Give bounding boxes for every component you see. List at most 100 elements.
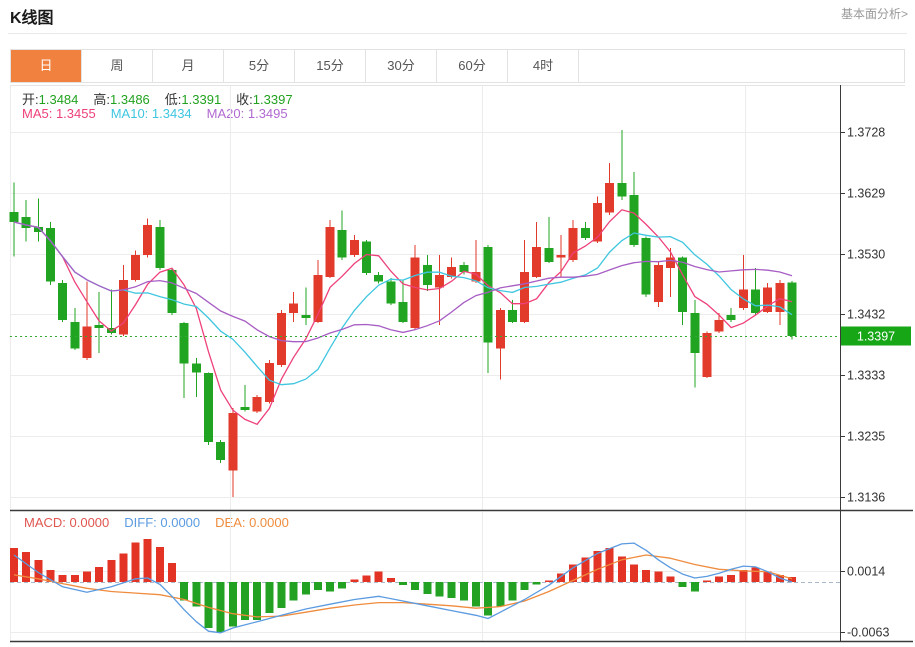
candle-body: [690, 313, 700, 354]
macd-bar: [471, 582, 480, 607]
candle-body: [641, 237, 651, 295]
candle-body: [70, 321, 80, 349]
macd-bar: [715, 576, 724, 582]
tab-30分[interactable]: 30分: [366, 50, 437, 82]
macd-bar: [82, 571, 91, 582]
macd-tick-label: -0.0063: [847, 626, 889, 640]
macd-bar: [95, 566, 104, 582]
candle-body: [301, 314, 311, 319]
macd-bar: [496, 582, 505, 607]
candle-body: [434, 274, 444, 288]
candle-body: [593, 202, 602, 242]
macd-bar: [739, 570, 748, 582]
macd-bar: [362, 575, 371, 582]
candle-body: [240, 406, 250, 410]
price-tick-label: 1.3136: [847, 491, 885, 505]
candle-body: [495, 310, 505, 349]
page-title: K线图: [10, 10, 54, 27]
candle-body: [118, 279, 128, 335]
candle-body: [45, 228, 55, 282]
candle-body: [252, 396, 262, 412]
macd-bar: [131, 542, 140, 582]
macd-bar: [216, 582, 225, 632]
macd-bar: [411, 582, 420, 590]
macd-bar: [70, 574, 79, 582]
macd-bar: [654, 571, 663, 582]
tab-4时[interactable]: 4时: [508, 50, 579, 82]
candle-body: [289, 303, 299, 314]
tab-15分[interactable]: 15分: [295, 50, 366, 82]
candle-body: [58, 282, 68, 320]
candle-body: [337, 229, 347, 258]
candle-body: [714, 319, 724, 332]
kline-chart[interactable]: 1.3728 1.3629 1.3530 1.3432 1.3333 1.3235 1.31…: [0, 85, 915, 647]
candle-body: [82, 326, 92, 359]
macd-bar: [435, 582, 444, 597]
tab-周[interactable]: 周: [82, 50, 153, 82]
current-price-badge-label: 1.3397: [857, 330, 895, 344]
macd-bar: [678, 582, 687, 587]
macd-bar: [265, 582, 274, 613]
candle-body: [751, 289, 761, 314]
macd-bar: [326, 582, 335, 592]
title-divider: [8, 33, 907, 34]
candle-body: [702, 332, 712, 378]
macd-bar: [301, 582, 310, 595]
candle-body: [155, 226, 165, 269]
macd-bar: [423, 582, 432, 594]
candle-body: [216, 441, 226, 460]
candle-body: [374, 274, 384, 282]
macd-histogram: [10, 539, 796, 632]
macd-bar: [155, 547, 164, 582]
candle-body: [204, 372, 213, 442]
macd-bar: [119, 553, 128, 582]
macd-tick-label: 0.0014: [847, 565, 885, 579]
macd-bar: [180, 582, 189, 601]
candle-body: [143, 225, 153, 256]
candle-body: [678, 257, 688, 312]
candle-body: [568, 228, 578, 261]
candle-body: [544, 247, 554, 263]
tabbar-filler: [579, 50, 904, 82]
candles: [9, 130, 797, 497]
tab-日[interactable]: 日: [11, 50, 82, 82]
candle-body: [386, 281, 396, 304]
macd-bar: [520, 582, 529, 590]
macd-bar: [107, 559, 116, 582]
dea-line: [13, 554, 793, 618]
tab-月[interactable]: 月: [153, 50, 224, 82]
candle-body: [167, 270, 177, 314]
candle-body: [726, 314, 736, 320]
tab-5分[interactable]: 5分: [224, 50, 295, 82]
candle-body: [410, 257, 420, 328]
kline-page: K线图 基本面分析> 日周月 5分 15分 30分 60分 4时 开:1.3484 高:1.…: [0, 0, 915, 647]
current-price-badge: 1.3397: [841, 326, 911, 346]
macd-bar: [702, 580, 711, 582]
macd-bar: [399, 582, 407, 586]
macd-bar: [58, 574, 67, 582]
macd-bar: [447, 582, 456, 598]
price-tick-label: 1.3530: [847, 248, 885, 262]
fundamental-analysis-link[interactable]: 基本面分析>: [841, 5, 908, 22]
macd-bar: [532, 582, 541, 585]
candle-body: [264, 363, 274, 402]
candle-body: [191, 363, 201, 373]
price-tick-label: 1.3432: [847, 308, 885, 322]
macd-bar: [459, 582, 468, 601]
macd-bar: [350, 579, 359, 582]
candle-body: [556, 255, 566, 258]
candle-body: [9, 212, 19, 222]
candle-body: [507, 310, 517, 322]
price-tick-label: 1.3333: [847, 369, 885, 383]
macd-bar: [228, 582, 237, 627]
diff-line: [13, 542, 793, 634]
candle-body: [629, 194, 639, 245]
macd-bar: [544, 580, 553, 582]
macd-bar: [374, 571, 383, 582]
tab-60分[interactable]: 60分: [437, 50, 508, 82]
candle-body: [349, 239, 359, 256]
candle-body: [580, 228, 590, 238]
macd-bar: [253, 582, 262, 621]
macd-bar: [289, 582, 298, 601]
macd-bar: [629, 564, 638, 582]
